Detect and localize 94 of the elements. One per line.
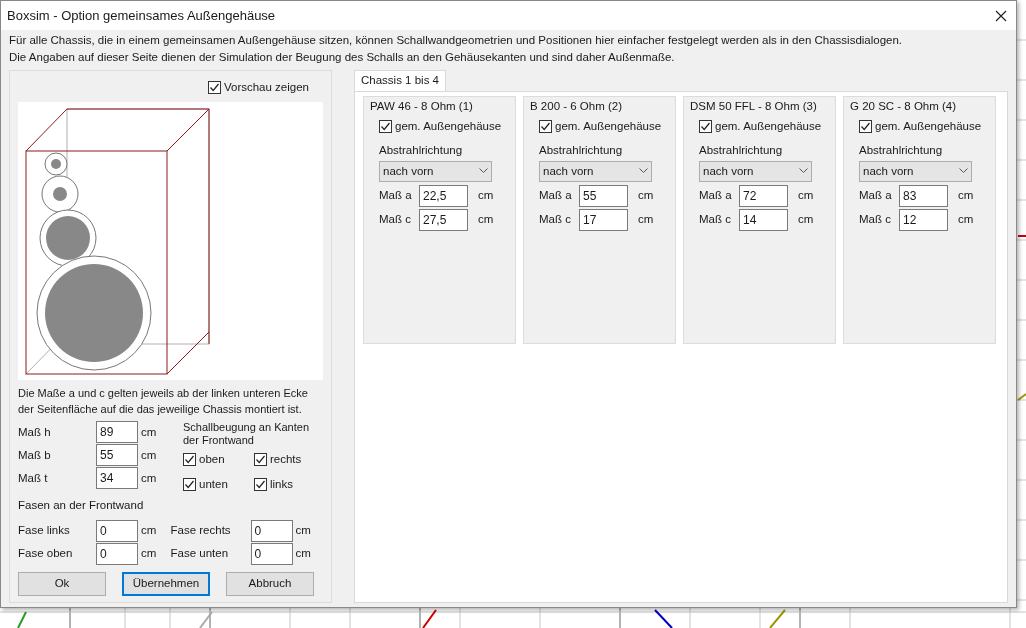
field-label: Maß b [18, 447, 52, 463]
dropdown-value: nach vorn [863, 163, 914, 179]
input-field[interactable]: 55 [96, 444, 138, 467]
input-field[interactable]: 17 [579, 208, 628, 231]
checkbox[interactable]: links [254, 475, 313, 493]
unit-label: cm [478, 188, 494, 204]
checkbox[interactable]: gem. Außengehäuse [699, 118, 829, 136]
input-field[interactable]: 34 [96, 467, 138, 490]
unit-label: cm [638, 212, 654, 228]
field-label: Abstrahlrichtung [539, 142, 624, 158]
input-field[interactable]: 89 [96, 421, 138, 444]
input-field[interactable]: 0 [250, 543, 293, 565]
close-icon [995, 9, 1007, 22]
unit-label: cm [141, 546, 157, 562]
checkbox[interactable]: gem. Außengehäuse [539, 118, 669, 136]
input-field[interactable]: 83 [899, 184, 948, 207]
checkbox[interactable]: gem. Außengehäuse [859, 118, 989, 136]
field-label: Fase oben [18, 546, 74, 562]
input-field[interactable]: 14 [739, 208, 788, 231]
input-field[interactable]: 0 [250, 520, 293, 542]
check-icon [208, 82, 220, 94]
field-label: Fase unten [170, 546, 230, 562]
unit-label: cm [798, 212, 814, 228]
input-field[interactable]: 0 [96, 543, 138, 565]
group-title: B 200 - 6 Ohm (2) [530, 99, 624, 114]
field-label: Maß t [18, 470, 49, 486]
unit-label: cm [141, 424, 157, 440]
unit-label: cm [295, 523, 311, 539]
chamfers-title: Fasen an der Frontwand [18, 497, 145, 513]
check-icon [540, 121, 551, 133]
direction-dropdown[interactable]: nach vorn [379, 160, 492, 182]
unit-label: cm [478, 212, 494, 228]
direction-dropdown[interactable]: nach vorn [859, 160, 972, 182]
check-icon [184, 478, 195, 490]
check-icon [380, 121, 391, 133]
group-title: G 20 SC - 8 Ohm (4) [850, 99, 958, 114]
group-title: DSM 50 FFL - 8 Ohm (3) [690, 99, 818, 114]
field-label: Maß c [699, 212, 732, 228]
input-field[interactable]: 22,5 [419, 184, 468, 207]
direction-dropdown[interactable]: nach vorn [539, 160, 652, 182]
field-label: Fase links [18, 523, 71, 539]
field-label: Abstrahlrichtung [699, 142, 784, 158]
chevron-down-icon [639, 168, 648, 175]
tab[interactable]: Chassis 1 bis 4 [354, 70, 446, 91]
checkbox[interactable]: gem. Außengehäuse [379, 118, 509, 136]
dialog-button[interactable]: Ok [18, 572, 106, 596]
unit-label: cm [141, 523, 157, 539]
unit-label: cm [141, 447, 157, 463]
input-field[interactable]: 12 [899, 208, 948, 231]
checkbox[interactable]: unten [183, 475, 242, 493]
direction-dropdown[interactable]: nach vorn [699, 160, 812, 182]
dialog-button[interactable]: Übernehmen [122, 572, 210, 596]
dropdown-value: nach vorn [383, 163, 434, 179]
unit-label: cm [798, 188, 814, 204]
field-label: Maß c [859, 212, 892, 228]
input-field[interactable]: 72 [739, 184, 788, 207]
unit-label: cm [141, 470, 157, 486]
chevron-down-icon [959, 168, 968, 175]
diffraction-title: Schallbeugung an Kanten der Frontwand [183, 421, 310, 448]
field-label: Maß c [379, 212, 412, 228]
chevron-down-icon [799, 168, 808, 175]
dropdown-value: nach vorn [543, 163, 594, 179]
field-label: Maß a [379, 188, 413, 204]
checkbox[interactable]: oben [183, 451, 242, 469]
window-title: Boxsim - Option gemeinsames Außengehäuse [7, 6, 276, 25]
dropdown-value: nach vorn [703, 163, 754, 179]
field-label: Fase rechts [170, 523, 232, 539]
check-icon [700, 121, 711, 133]
checkbox[interactable]: Vorschau zeigen [207, 79, 309, 97]
input-field[interactable]: 27,5 [419, 208, 468, 231]
intro-text: Für alle Chassis, die in einem gemeinsamen Außengehäuse sitzen, können Schallwandgeometrien und Positionen hier einfacher festgelegt werden als in den Chassisdialogen. [9, 33, 904, 48]
check-icon [255, 478, 266, 490]
dialog-button[interactable]: Abbruch [226, 572, 314, 596]
unit-label: cm [958, 188, 974, 204]
note-text: Die Maße a und c gelten jeweils ab der linken unteren Ecke der Seitenfläche auf die das jeweilige Chassis montiert ist. [18, 386, 309, 418]
field-label: Maß a [539, 188, 573, 204]
intro-text: Die Angaben auf dieser Seite dienen der Simulation der Beugung des Schalls an den Gehäusekanten und sind daher Außenmaße. [9, 50, 676, 65]
chevron-down-icon [479, 168, 488, 175]
field-label: Maß a [859, 188, 893, 204]
input-field[interactable]: 0 [96, 520, 138, 542]
field-label: Abstrahlrichtung [859, 142, 944, 158]
check-icon [184, 454, 195, 466]
checkbox[interactable]: rechts [254, 451, 313, 469]
group-title: PAW 46 - 8 Ohm (1) [370, 99, 474, 114]
check-icon [860, 121, 871, 133]
unit-label: cm [638, 188, 654, 204]
field-label: Maß h [18, 424, 52, 440]
check-icon [255, 454, 266, 466]
input-field[interactable]: 55 [579, 184, 628, 207]
unit-label: cm [958, 212, 974, 228]
field-label: Maß c [539, 212, 572, 228]
unit-label: cm [295, 546, 311, 562]
field-label: Abstrahlrichtung [379, 142, 464, 158]
field-label: Maß a [699, 188, 733, 204]
